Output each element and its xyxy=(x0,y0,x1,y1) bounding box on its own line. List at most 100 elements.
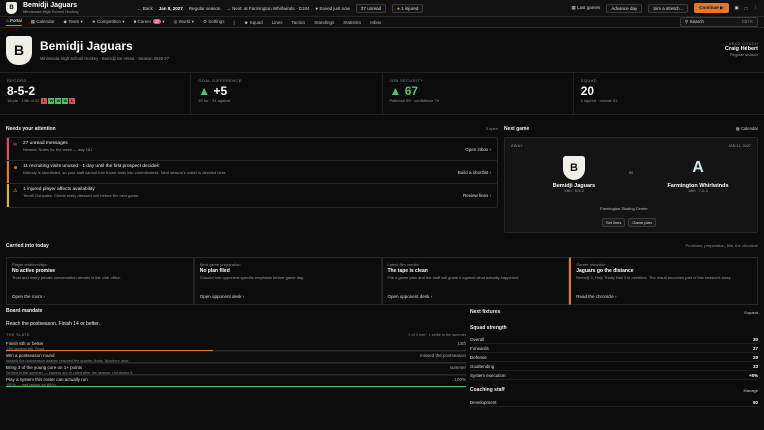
review-lines-link[interactable]: Review lines › xyxy=(463,193,491,198)
sim-stretch-button[interactable]: Sim a stretch... xyxy=(648,3,689,13)
strength-label: Goaltending xyxy=(470,363,495,369)
nav-statistics[interactable]: Statistics xyxy=(343,20,361,25)
strength-row: System execution +5% xyxy=(470,371,758,380)
advance-day-button[interactable]: Advance day xyxy=(606,3,643,13)
attention-section: Needs your attention 3 open ✉ 27 unread … xyxy=(6,124,498,208)
nav-standings[interactable]: Standings xyxy=(314,20,334,25)
carried-meta: Promises, preparation, film, the chronic… xyxy=(685,243,758,248)
link-label: Build a shortlist xyxy=(457,170,489,175)
last-games-button[interactable]: ▦ Last games xyxy=(571,5,600,11)
strength-row: Overall 30 xyxy=(470,335,758,344)
goal-title: Bring 3 of the young core on 1+ points xyxy=(6,365,83,370)
form-result: W xyxy=(55,98,62,104)
squad-strength-title: Squad strength xyxy=(470,325,507,331)
stat-value-text: +5 xyxy=(213,84,228,98)
card-desc: File a game plan and the staff will grad… xyxy=(387,275,520,280)
card-action[interactable]: Read the chronicle › xyxy=(576,294,616,299)
injured-badge[interactable]: ● 1 injured xyxy=(392,3,424,13)
manage-staff-button[interactable]: Manage xyxy=(744,388,758,393)
home-team-record: 13th · 8-5-2 xyxy=(564,189,584,193)
goal-progress-fill xyxy=(6,386,466,387)
card-action[interactable]: Open the room › xyxy=(12,294,45,299)
nav-portal[interactable]: ⌂ Portal xyxy=(6,18,22,26)
stat-sub: Patience 65 · confidence 76 xyxy=(389,98,440,103)
nav-label: World xyxy=(178,19,191,24)
set-lines-button[interactable]: Set lines xyxy=(602,218,626,227)
card-label: Player relationships xyxy=(12,262,47,267)
section-title: Carried into today xyxy=(6,242,49,249)
calendar-label: Calendar xyxy=(741,126,758,131)
open-inbox-link[interactable]: Open inbox › xyxy=(465,147,491,152)
team-league: Minnesota High School Hockey xyxy=(23,9,79,14)
attention-item[interactable]: ⚠ 1 injured player affects availability … xyxy=(7,184,497,207)
section-title: Next game xyxy=(504,125,530,132)
stat-value: 8-5-2 xyxy=(7,84,36,98)
nav-inbox[interactable]: Inbox xyxy=(370,20,381,25)
nav-settings[interactable]: ⚙ Settings xyxy=(203,19,225,25)
nav-world[interactable]: ◎ World ▾ xyxy=(174,19,194,25)
injured-label: 1 injured xyxy=(401,5,419,11)
card-action[interactable]: Open opponent desk › xyxy=(200,294,245,299)
attention-desc: Newest: Notes for the week — day 181 xyxy=(23,147,93,152)
unread-badge[interactable]: 37 unread xyxy=(355,3,387,13)
goal-row: Win a postseason round missed the postse… xyxy=(6,352,466,364)
slate-label: THE SLATE xyxy=(6,332,30,337)
menu-icon[interactable]: ⋮ xyxy=(754,5,759,11)
back-label: Back xyxy=(142,5,153,11)
search-input[interactable]: ⚲ Search Ctrl K xyxy=(680,17,758,27)
back-button[interactable]: ← Back xyxy=(137,6,153,11)
card-action-label: Read the chronicle xyxy=(576,294,614,299)
nav-tactics[interactable]: Tactics xyxy=(291,20,305,25)
strength-value: 27 xyxy=(752,345,758,351)
nav-calendar[interactable]: ▦ Calendar xyxy=(31,19,55,25)
strength-label: Overall xyxy=(470,336,485,342)
opponent-record: 16th · 7-8-3 xyxy=(688,189,708,193)
continue-label: Continue xyxy=(699,5,719,10)
continue-button[interactable]: Continue ▶ xyxy=(694,3,729,13)
severity-bar xyxy=(7,184,9,207)
trend-up-icon: ▲ xyxy=(198,84,211,98)
next-game-section: Next game ▦ Calendar AWAY JAN 11, 2027 B… xyxy=(504,124,758,233)
stat-sub: 1 injured · morale 63 xyxy=(580,98,618,103)
nav-squad[interactable]: ☻ Squad xyxy=(244,20,263,25)
goal-list: Finish 8th or better 13th 13th against 8… xyxy=(6,340,466,388)
goal-row: Play a system this roster can actually r… xyxy=(6,376,466,388)
calendar-icon: ▦ xyxy=(30,19,36,24)
stat-value: ▲ 67 xyxy=(390,85,566,98)
strength-value: +5% xyxy=(748,372,758,378)
calendar-link[interactable]: ▦ Calendar xyxy=(736,126,758,131)
top-bar: B Bemidji Jaguars Minnesota High School … xyxy=(0,0,764,17)
next-match-link[interactable]: → Next: at Farmington Whirlwinds · D184 xyxy=(226,6,309,11)
nav-competition[interactable]: ★ Competition ▾ xyxy=(92,19,125,25)
card-action-label: Open the room xyxy=(12,294,43,299)
attention-item[interactable]: ☻ 11 recruiting visits unused · 1 day un… xyxy=(7,161,497,184)
nav-lines[interactable]: Lines xyxy=(272,20,283,25)
attention-item[interactable]: ✉ 27 unread messages Newest: Notes for t… xyxy=(7,138,497,161)
attention-title: 27 unread messages xyxy=(23,141,68,146)
carried-cards: Player relationships No active promise T… xyxy=(6,257,758,305)
save-icon[interactable]: ▣ xyxy=(735,5,739,11)
carried-card: Career chronicle Jaguars go the distance… xyxy=(569,257,758,305)
stat-squad: SQUAD 20 1 injured · morale 63 xyxy=(574,73,764,114)
game-date: JAN 11, 2027 xyxy=(728,144,751,148)
coaching-list: Development 50 xyxy=(470,398,758,407)
away-team: A Farmington Whirlwinds 16th · 7-8-3 xyxy=(655,156,741,193)
squad-strength-list: Overall 30 Forwards 27 Defense 29 Goaltendi… xyxy=(470,335,758,380)
search-shortcut: Ctrl K xyxy=(741,19,753,24)
nav-team[interactable]: ◆ Team ▾ xyxy=(64,19,83,25)
card-label: Latest film verdict xyxy=(387,262,419,267)
game-plan-button[interactable]: Game plan xyxy=(628,218,656,227)
expand-fixtures-button[interactable]: Expand xyxy=(744,310,758,315)
build-shortlist-link[interactable]: Build a shortlist › xyxy=(458,170,491,175)
saved-label: Saved just now xyxy=(319,5,350,11)
current-date: Jan 8, 2027 xyxy=(158,5,183,11)
at-label: at xyxy=(629,170,633,175)
main-nav: ⌂ Portal ▦ Calendar ◆ Team ▾ ★ Competiti… xyxy=(0,17,764,28)
open-count: 3 open xyxy=(485,126,498,131)
goal-title: Win a postseason round xyxy=(6,353,55,358)
folder-icon[interactable]: □ xyxy=(745,6,748,11)
card-action[interactable]: Open opponent desk › xyxy=(388,294,433,299)
nav-career[interactable]: ■ Career 37 ▾ xyxy=(134,19,165,25)
attention-desc: Terrell Gonzalez. Check every dressed un… xyxy=(23,193,140,198)
goal-title: Play a system this roster can actually r… xyxy=(6,377,88,382)
